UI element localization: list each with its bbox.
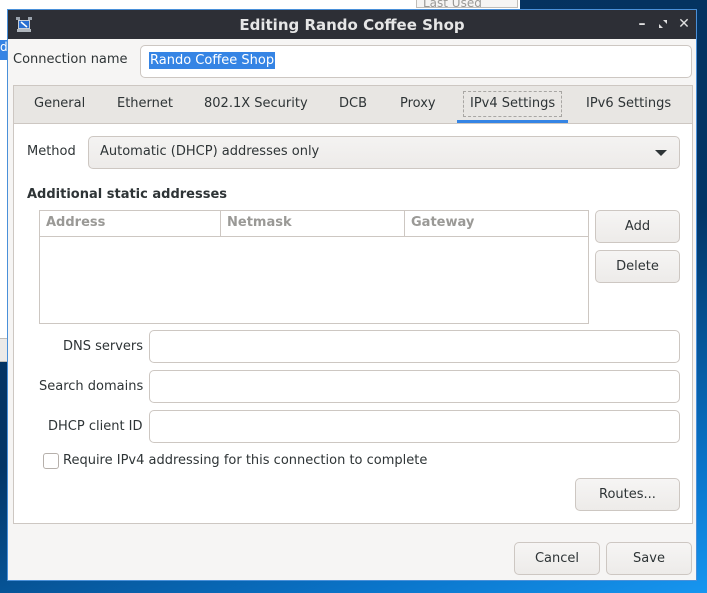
require-ipv4-checkbox[interactable] xyxy=(43,453,59,469)
settings-notebook: General Ethernet 802.1X Security DCB Pro… xyxy=(13,85,693,524)
edit-connection-dialog: Editing Rando Coffee Shop – ✕ Connection… xyxy=(7,9,697,581)
connection-name-label: Connection name xyxy=(13,52,128,67)
search-domains-label: Search domains xyxy=(39,379,144,394)
background-column-header[interactable]: Last Used xyxy=(416,0,518,8)
tab-ipv6-settings[interactable]: IPv6 Settings xyxy=(586,86,671,123)
column-header-gateway[interactable]: Gateway xyxy=(404,211,588,236)
save-button[interactable]: Save xyxy=(606,542,692,575)
method-dropdown[interactable]: Automatic (DHCP) addresses only xyxy=(88,136,680,169)
routes-button[interactable]: Routes... xyxy=(575,478,680,511)
tab-general[interactable]: General xyxy=(34,86,85,123)
connection-name-value: Rando Coffee Shop xyxy=(149,52,276,69)
static-addresses-table[interactable]: Address Netmask Gateway xyxy=(39,210,589,324)
titlebar[interactable]: Editing Rando Coffee Shop – ✕ xyxy=(8,10,696,39)
dns-servers-label: DNS servers xyxy=(63,339,144,354)
dhcp-client-id-input[interactable] xyxy=(149,410,680,443)
close-button[interactable]: ✕ xyxy=(676,15,692,33)
dhcp-client-id-label: DHCP client ID xyxy=(48,419,143,434)
require-ipv4-label[interactable]: Require IPv4 addressing for this connect… xyxy=(63,453,427,468)
tab-ipv4-settings[interactable]: IPv4 Settings xyxy=(456,86,569,123)
static-addresses-title: Additional static addresses xyxy=(27,187,228,202)
tab-8021x-security[interactable]: 802.1X Security xyxy=(204,86,308,123)
search-domains-input[interactable] xyxy=(149,370,680,403)
column-header-netmask[interactable]: Netmask xyxy=(220,211,404,236)
maximize-icon xyxy=(659,20,667,28)
tab-dcb[interactable]: DCB xyxy=(339,86,367,123)
window-title: Editing Rando Coffee Shop xyxy=(239,16,465,34)
dns-servers-input[interactable] xyxy=(149,330,680,363)
tab-bar: General Ethernet 802.1X Security DCB Pro… xyxy=(14,86,692,124)
column-header-address[interactable]: Address xyxy=(40,211,220,236)
cancel-button[interactable]: Cancel xyxy=(514,542,600,575)
connection-name-input[interactable]: Rando Coffee Shop xyxy=(140,45,692,78)
delete-button[interactable]: Delete xyxy=(595,250,680,283)
table-header: Address Netmask Gateway xyxy=(40,211,588,237)
method-label: Method xyxy=(27,144,76,159)
method-value: Automatic (DHCP) addresses only xyxy=(100,144,320,159)
maximize-button[interactable] xyxy=(655,15,671,33)
tab-proxy[interactable]: Proxy xyxy=(400,86,436,123)
add-button[interactable]: Add xyxy=(595,210,680,243)
dropdown-arrow-icon xyxy=(655,150,667,156)
tab-ethernet[interactable]: Ethernet xyxy=(117,86,173,123)
minimize-button[interactable]: – xyxy=(634,15,650,33)
